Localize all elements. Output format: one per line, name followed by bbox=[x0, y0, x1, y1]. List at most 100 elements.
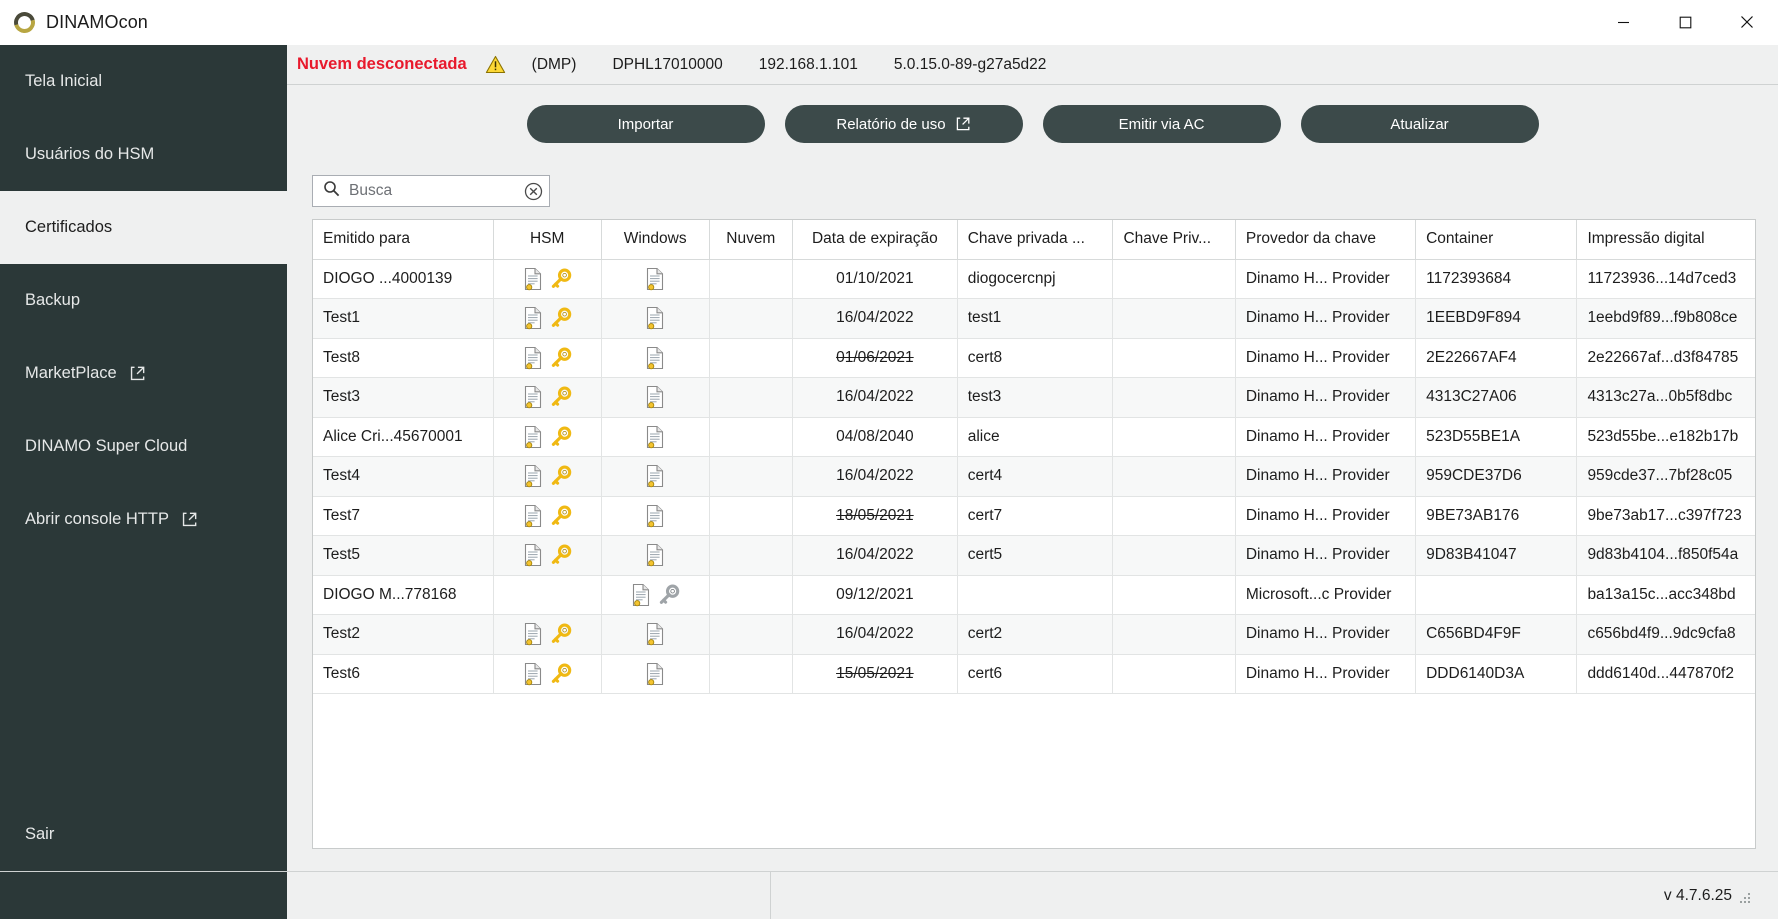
cell-container: 523D55BE1A bbox=[1415, 417, 1578, 457]
cert-icon bbox=[612, 346, 699, 370]
sidebar-item-label: Certificados bbox=[25, 218, 113, 236]
sidebar-item-usuarios-hsm[interactable]: Usuários do HSM bbox=[0, 118, 287, 191]
sidebar-item-label: Backup bbox=[25, 291, 81, 309]
close-button[interactable] bbox=[1716, 0, 1778, 45]
minimize-button[interactable] bbox=[1592, 0, 1654, 45]
issue-via-ca-button[interactable]: Emitir via AC bbox=[1042, 105, 1281, 143]
usage-report-button[interactable]: Relatório de uso bbox=[784, 105, 1023, 143]
column-header[interactable]: Container bbox=[1415, 220, 1578, 260]
cell-expiration-date: 16/04/2022 bbox=[792, 614, 958, 655]
cell-private-key-2 bbox=[1112, 377, 1236, 418]
refresh-button-label: Atualizar bbox=[1390, 115, 1449, 133]
cert-key-icon bbox=[504, 662, 591, 686]
cell-issued-to: Test4 bbox=[313, 456, 494, 497]
cert-key-icon bbox=[504, 464, 591, 488]
cell-private-key-2 bbox=[1112, 417, 1236, 457]
cell-thumbprint: 1eebd9f89...f9b808ce bbox=[1576, 298, 1755, 339]
cell-expiration-date: 16/04/2022 bbox=[792, 456, 958, 497]
table-row[interactable]: Test7 18/05/2021 cert7 Dinamo H... Provider… bbox=[313, 496, 1755, 536]
sidebar-item-dinamo-super-cloud[interactable]: DINAMO Super Cloud bbox=[0, 410, 287, 483]
table-row[interactable]: DIOGO M...778168 09/12/2021 Microsoft...c … bbox=[313, 575, 1755, 615]
resize-grip-icon[interactable] bbox=[1738, 889, 1752, 903]
cell-private-key: cert5 bbox=[957, 535, 1114, 576]
cell-container: 2E22667AF4 bbox=[1415, 338, 1578, 378]
app-title: DINAMOcon bbox=[46, 11, 148, 32]
table-row[interactable]: Alice Cri...45670001 04/08/2040 alice Dinam… bbox=[313, 417, 1755, 457]
cell-container: 1172393684 bbox=[1415, 259, 1578, 299]
sidebar-navigation: Tela Inicial Usuários do HSM Certificados B… bbox=[0, 45, 287, 871]
cell-key-provider: Dinamo H... Provider bbox=[1235, 417, 1417, 457]
column-header[interactable]: Emitido para bbox=[313, 220, 494, 260]
column-header[interactable]: Provedor da chave bbox=[1235, 220, 1417, 260]
maximize-button[interactable] bbox=[1654, 0, 1716, 45]
cell-windows bbox=[601, 496, 710, 536]
cell-windows bbox=[601, 456, 710, 497]
cell-expiration-date: 04/08/2040 bbox=[792, 417, 958, 457]
cell-private-key: test3 bbox=[957, 377, 1114, 418]
table-row[interactable]: DIOGO ...4000139 01/10/2021 diogocercnpj Di… bbox=[313, 259, 1755, 299]
column-header[interactable]: Windows bbox=[601, 220, 710, 260]
column-header[interactable]: Data de expiração bbox=[792, 220, 958, 260]
cell-windows bbox=[601, 377, 710, 418]
sidebar-item-label: Abrir console HTTP bbox=[25, 510, 169, 528]
table-row[interactable]: Test6 15/05/2021 cert6 Dinamo H... Provider… bbox=[313, 654, 1755, 694]
dinamo-ring-logo-icon bbox=[10, 7, 39, 37]
cell-container: 4313C27A06 bbox=[1415, 377, 1578, 418]
table-row[interactable]: Test3 16/04/2022 test3 Dinamo H... Provider… bbox=[313, 377, 1755, 418]
certificates-table: Emitido para HSM Windows Nuvem Data de expir… bbox=[313, 220, 1755, 694]
sidebar-item-backup[interactable]: Backup bbox=[0, 264, 287, 337]
search-box[interactable] bbox=[312, 175, 550, 207]
clear-search-icon[interactable] bbox=[524, 182, 543, 201]
cell-thumbprint: 4313c27a...0b5f8dbc bbox=[1576, 377, 1755, 418]
cert-icon bbox=[612, 662, 699, 686]
sidebar-item-label: MarketPlace bbox=[25, 364, 117, 382]
external-link-icon bbox=[955, 116, 971, 132]
sidebar-item-abrir-console-http[interactable]: Abrir console HTTP bbox=[0, 483, 287, 556]
column-header[interactable]: Chave Priv... bbox=[1112, 220, 1236, 260]
search-input[interactable] bbox=[349, 182, 515, 200]
cell-container: 1EEBD9F894 bbox=[1415, 298, 1578, 339]
cell-key-provider: Dinamo H... Provider bbox=[1235, 614, 1417, 655]
sidebar-item-label: Sair bbox=[25, 825, 55, 843]
cell-expiration-date: 16/04/2022 bbox=[792, 535, 958, 576]
cert-icon bbox=[612, 464, 699, 488]
table-row[interactable]: Test2 16/04/2022 cert2 Dinamo H... Provider… bbox=[313, 614, 1755, 655]
cell-thumbprint: 11723936...14d7ced3 bbox=[1576, 259, 1755, 299]
sidebar-item-tela-inicial[interactable]: Tela Inicial bbox=[0, 45, 287, 118]
cell-nuvem bbox=[709, 298, 794, 339]
column-header[interactable]: Impressão digital bbox=[1576, 220, 1755, 260]
cell-private-key: cert2 bbox=[957, 614, 1114, 655]
table-row[interactable]: Test8 01/06/2021 cert8 Dinamo H... Provider… bbox=[313, 338, 1755, 378]
cert-icon bbox=[612, 306, 699, 330]
cell-nuvem bbox=[709, 614, 794, 655]
import-button[interactable]: Importar bbox=[526, 105, 765, 143]
cell-expiration-date: 01/06/2021 bbox=[792, 338, 958, 378]
cell-container: DDD6140D3A bbox=[1415, 654, 1578, 694]
cell-issued-to: Test1 bbox=[313, 298, 494, 339]
sidebar-item-marketplace[interactable]: MarketPlace bbox=[0, 337, 287, 410]
cell-private-key-2 bbox=[1112, 575, 1236, 615]
cert-key-icon bbox=[504, 622, 591, 646]
column-header[interactable]: HSM bbox=[493, 220, 602, 260]
table-row[interactable]: Test5 16/04/2022 cert5 Dinamo H... Provider… bbox=[313, 535, 1755, 576]
cell-thumbprint: ddd6140d...447870f2 bbox=[1576, 654, 1755, 694]
cell-container: 959CDE37D6 bbox=[1415, 456, 1578, 497]
table-row[interactable]: Test4 16/04/2022 cert4 Dinamo H... Provider… bbox=[313, 456, 1755, 497]
sidebar-item-sair[interactable]: Sair bbox=[0, 798, 287, 871]
cell-private-key: cert6 bbox=[957, 654, 1114, 694]
table-row[interactable]: Test1 16/04/2022 test1 Dinamo H... Provider… bbox=[313, 298, 1755, 339]
column-header[interactable]: Chave privada ... bbox=[957, 220, 1114, 260]
cell-private-key: alice bbox=[957, 417, 1114, 457]
cell-windows bbox=[601, 298, 710, 339]
cell-thumbprint: c656bd4f9...9dc9cfa8 bbox=[1576, 614, 1755, 655]
refresh-button[interactable]: Atualizar bbox=[1300, 105, 1539, 143]
cell-container: C656BD4F9F bbox=[1415, 614, 1578, 655]
sidebar-item-certificados[interactable]: Certificados bbox=[0, 191, 287, 264]
cell-issued-to: Test8 bbox=[313, 338, 494, 378]
certificates-table-container[interactable]: Emitido para HSM Windows Nuvem Data de expir… bbox=[312, 219, 1756, 849]
column-header[interactable]: Nuvem bbox=[709, 220, 794, 260]
cell-nuvem bbox=[709, 338, 794, 378]
window-controls bbox=[1592, 0, 1778, 45]
cell-thumbprint: ba13a15c...acc348bd bbox=[1576, 575, 1755, 615]
cell-windows bbox=[601, 614, 710, 655]
